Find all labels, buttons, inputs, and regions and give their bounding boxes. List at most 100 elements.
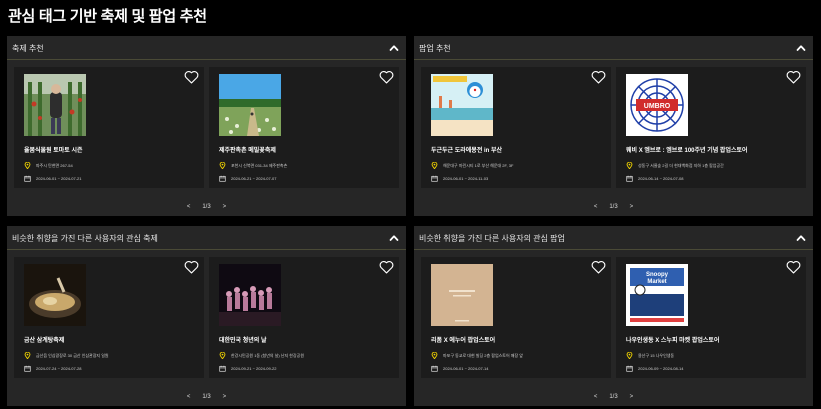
card-address: 파주시 탄현면 267-54 bbox=[24, 161, 73, 170]
card-address: 한강시민공원 1동 (청년의 날) 난지 한강공원 bbox=[219, 351, 304, 360]
event-card[interactable]: 율봄식물원 토마토 시즌파주시 탄현면 267-54 2024-06-01 ~ 2… bbox=[14, 67, 204, 188]
card-address: 용산구 15 나우인생동 bbox=[626, 351, 675, 360]
card-title[interactable]: 대한민국 청년의 날 bbox=[219, 335, 267, 344]
heart-icon[interactable] bbox=[379, 70, 394, 84]
card-title[interactable]: 제주판촉촌 메밀꽃축제 bbox=[219, 145, 276, 154]
location-pin-icon bbox=[24, 161, 31, 170]
card-title[interactable]: 율봄식물원 토마토 시즌 bbox=[24, 145, 83, 154]
date-text: 2024-06-21 ~ 2024-07-07 bbox=[231, 176, 277, 181]
card-title[interactable]: 웨비 X 엠브로 : 엠브로 100주년 기념 팝업스토어 bbox=[626, 145, 748, 154]
prev-page-button[interactable]: < bbox=[187, 204, 191, 210]
section-popup-recommend: 팝업 추천두근두근 도라에몽전 in 부산해운대구 마린시티 1로 부산 해운대… bbox=[414, 36, 813, 216]
youth-concert-photo[interactable] bbox=[219, 264, 281, 326]
snoopy-market-poster[interactable]: Snoopy Market bbox=[626, 264, 688, 326]
location-pin-icon bbox=[626, 161, 633, 170]
event-card[interactable]: UMBRO 웨비 X 엠브로 : 엠브로 100주년 기념 팝업스토어 성동구 서울… bbox=[616, 67, 806, 188]
heart-icon[interactable] bbox=[379, 260, 394, 274]
event-card[interactable]: 제주판촉촌 메밀꽃축제포천시 신북면 031-34 제주판촉촌 2024-06-2… bbox=[209, 67, 399, 188]
next-page-button[interactable]: > bbox=[223, 394, 227, 400]
heart-icon[interactable] bbox=[591, 70, 606, 84]
umbro-logo[interactable]: UMBRO bbox=[626, 74, 688, 136]
section-title: 비슷한 취향을 가진 다른 사용자의 관심 축제 bbox=[12, 234, 158, 243]
chevron-up-icon[interactable] bbox=[388, 41, 400, 53]
event-card[interactable]: 대한민국 청년의 날한강시민공원 1동 (청년의 날) 난지 한강공원 2024-… bbox=[209, 257, 399, 378]
location-pin-icon bbox=[219, 351, 226, 360]
chevron-up-icon[interactable] bbox=[795, 231, 807, 243]
prev-page-button[interactable]: < bbox=[187, 394, 191, 400]
event-card[interactable]: 두근두근 도라에몽전 in 부산해운대구 마린시티 1로 부산 해운대 2F, … bbox=[421, 67, 611, 188]
svg-text:Snoopy: Snoopy bbox=[646, 272, 669, 278]
card-address: 금산읍 인삼광장로 30 금산 인삼관광지 일원 bbox=[24, 351, 109, 360]
prev-page-button[interactable]: < bbox=[594, 204, 598, 210]
section-similar-users-popup: 비슷한 취향을 가진 다른 사용자의 관심 팝업리폼 X 에누어 팝업스토어마포… bbox=[414, 226, 813, 406]
location-pin-icon bbox=[24, 351, 31, 360]
card-dates: 2024-06-09 ~ 2024-08-14 bbox=[626, 365, 683, 372]
card-dates: 2024-09-21 ~ 2024-09-22 bbox=[219, 365, 276, 372]
heart-icon[interactable] bbox=[786, 70, 801, 84]
page-title: 관심 태그 기반 축제 및 팝업 추천 bbox=[8, 8, 207, 25]
buckwheat-field-photo[interactable] bbox=[219, 74, 281, 136]
card-address: 해운대구 마린시티 1로 부산 해운대 2F, 3F bbox=[431, 161, 514, 170]
card-title[interactable]: 금산 삼계탕축제 bbox=[24, 335, 64, 344]
section-title: 축제 추천 bbox=[12, 44, 44, 53]
card-dates: 2024-06-01 ~ 2024-07-21 bbox=[24, 175, 81, 182]
card-title[interactable]: 리폼 X 에누어 팝업스토어 bbox=[431, 335, 495, 344]
location-pin-icon bbox=[626, 351, 633, 360]
card-dates: 2024-06-01 ~ 2024-07-14 bbox=[431, 365, 488, 372]
page-indicator: 1/3 bbox=[202, 204, 211, 210]
heart-icon[interactable] bbox=[786, 260, 801, 274]
section-title: 비슷한 취향을 가진 다른 사용자의 관심 팝업 bbox=[419, 234, 565, 243]
card-title[interactable]: 두근두근 도라에몽전 in 부산 bbox=[431, 145, 502, 154]
samgyetang-photo[interactable] bbox=[24, 264, 86, 326]
card-address: 포천시 신북면 031-34 제주판촉촌 bbox=[219, 161, 288, 170]
svg-text:UMBRO: UMBRO bbox=[644, 103, 671, 110]
calendar-icon bbox=[219, 175, 226, 182]
address-text: 마포구 동교로 대현 빌딩 2층 팝업스토어 매장 앞 bbox=[443, 352, 523, 358]
chevron-up-icon[interactable] bbox=[795, 41, 807, 53]
svg-text:Market: Market bbox=[647, 279, 666, 285]
address-text: 포천시 신북면 031-34 제주판촉촌 bbox=[231, 162, 288, 168]
beige-book-cover[interactable] bbox=[431, 264, 493, 326]
calendar-icon bbox=[24, 175, 31, 182]
pagination: <1/3 > bbox=[7, 204, 406, 210]
address-text: 해운대구 마린시티 1로 부산 해운대 2F, 3F bbox=[443, 162, 514, 168]
tomato-farm-photo[interactable] bbox=[24, 74, 86, 136]
card-dates: 2024-07-24 ~ 2024-07-28 bbox=[24, 365, 81, 372]
prev-page-button[interactable]: < bbox=[594, 394, 598, 400]
page-indicator: 1/3 bbox=[609, 204, 618, 210]
page-indicator: 1/3 bbox=[609, 394, 618, 400]
location-pin-icon bbox=[431, 161, 438, 170]
page-indicator: 1/3 bbox=[202, 394, 211, 400]
date-text: 2024-06-01 ~ 2024-07-21 bbox=[36, 176, 82, 181]
section-header: 비슷한 취향을 가진 다른 사용자의 관심 팝업 bbox=[414, 226, 813, 250]
calendar-icon bbox=[24, 365, 31, 372]
section-title: 팝업 추천 bbox=[419, 44, 451, 53]
next-page-button[interactable]: > bbox=[223, 204, 227, 210]
address-text: 용산구 15 나우인생동 bbox=[638, 352, 675, 358]
next-page-button[interactable]: > bbox=[630, 204, 634, 210]
event-card[interactable]: 금산 삼계탕축제금산읍 인삼광장로 30 금산 인삼관광지 일원 2024-07-… bbox=[14, 257, 204, 378]
chevron-up-icon[interactable] bbox=[388, 231, 400, 243]
section-similar-users-festival: 비슷한 취향을 가진 다른 사용자의 관심 축제금산 삼계탕축제금산읍 인삼광장… bbox=[7, 226, 406, 406]
date-text: 2024-06-09 ~ 2024-08-14 bbox=[638, 366, 684, 371]
doraemon-poster[interactable] bbox=[431, 74, 493, 136]
section-header: 비슷한 취향을 가진 다른 사용자의 관심 축제 bbox=[7, 226, 406, 250]
date-text: 2024-06-01 ~ 2024-07-14 bbox=[443, 366, 489, 371]
card-address: 마포구 동교로 대현 빌딩 2층 팝업스토어 매장 앞 bbox=[431, 351, 523, 360]
address-text: 파주시 탄현면 267-54 bbox=[36, 162, 73, 168]
card-title[interactable]: 나우인생동 X 스누피 마켓 팝업스토어 bbox=[626, 335, 719, 344]
calendar-icon bbox=[431, 365, 438, 372]
date-text: 2024-06-14 ~ 2024-07-08 bbox=[638, 176, 684, 181]
next-page-button[interactable]: > bbox=[630, 394, 634, 400]
pagination: <1/3 > bbox=[414, 204, 813, 210]
event-card[interactable]: Snoopy Market 나우인생동 X 스누피 마켓 팝업스토어용산구 15 나… bbox=[616, 257, 806, 378]
event-card[interactable]: 리폼 X 에누어 팝업스토어마포구 동교로 대현 빌딩 2층 팝업스토어 매장 … bbox=[421, 257, 611, 378]
date-text: 2024-07-24 ~ 2024-07-28 bbox=[36, 366, 82, 371]
calendar-icon bbox=[219, 365, 226, 372]
pagination: <1/3 > bbox=[7, 394, 406, 400]
heart-icon[interactable] bbox=[591, 260, 606, 274]
section-header: 팝업 추천 bbox=[414, 36, 813, 60]
heart-icon[interactable] bbox=[184, 70, 199, 84]
heart-icon[interactable] bbox=[184, 260, 199, 274]
calendar-icon bbox=[626, 365, 633, 372]
